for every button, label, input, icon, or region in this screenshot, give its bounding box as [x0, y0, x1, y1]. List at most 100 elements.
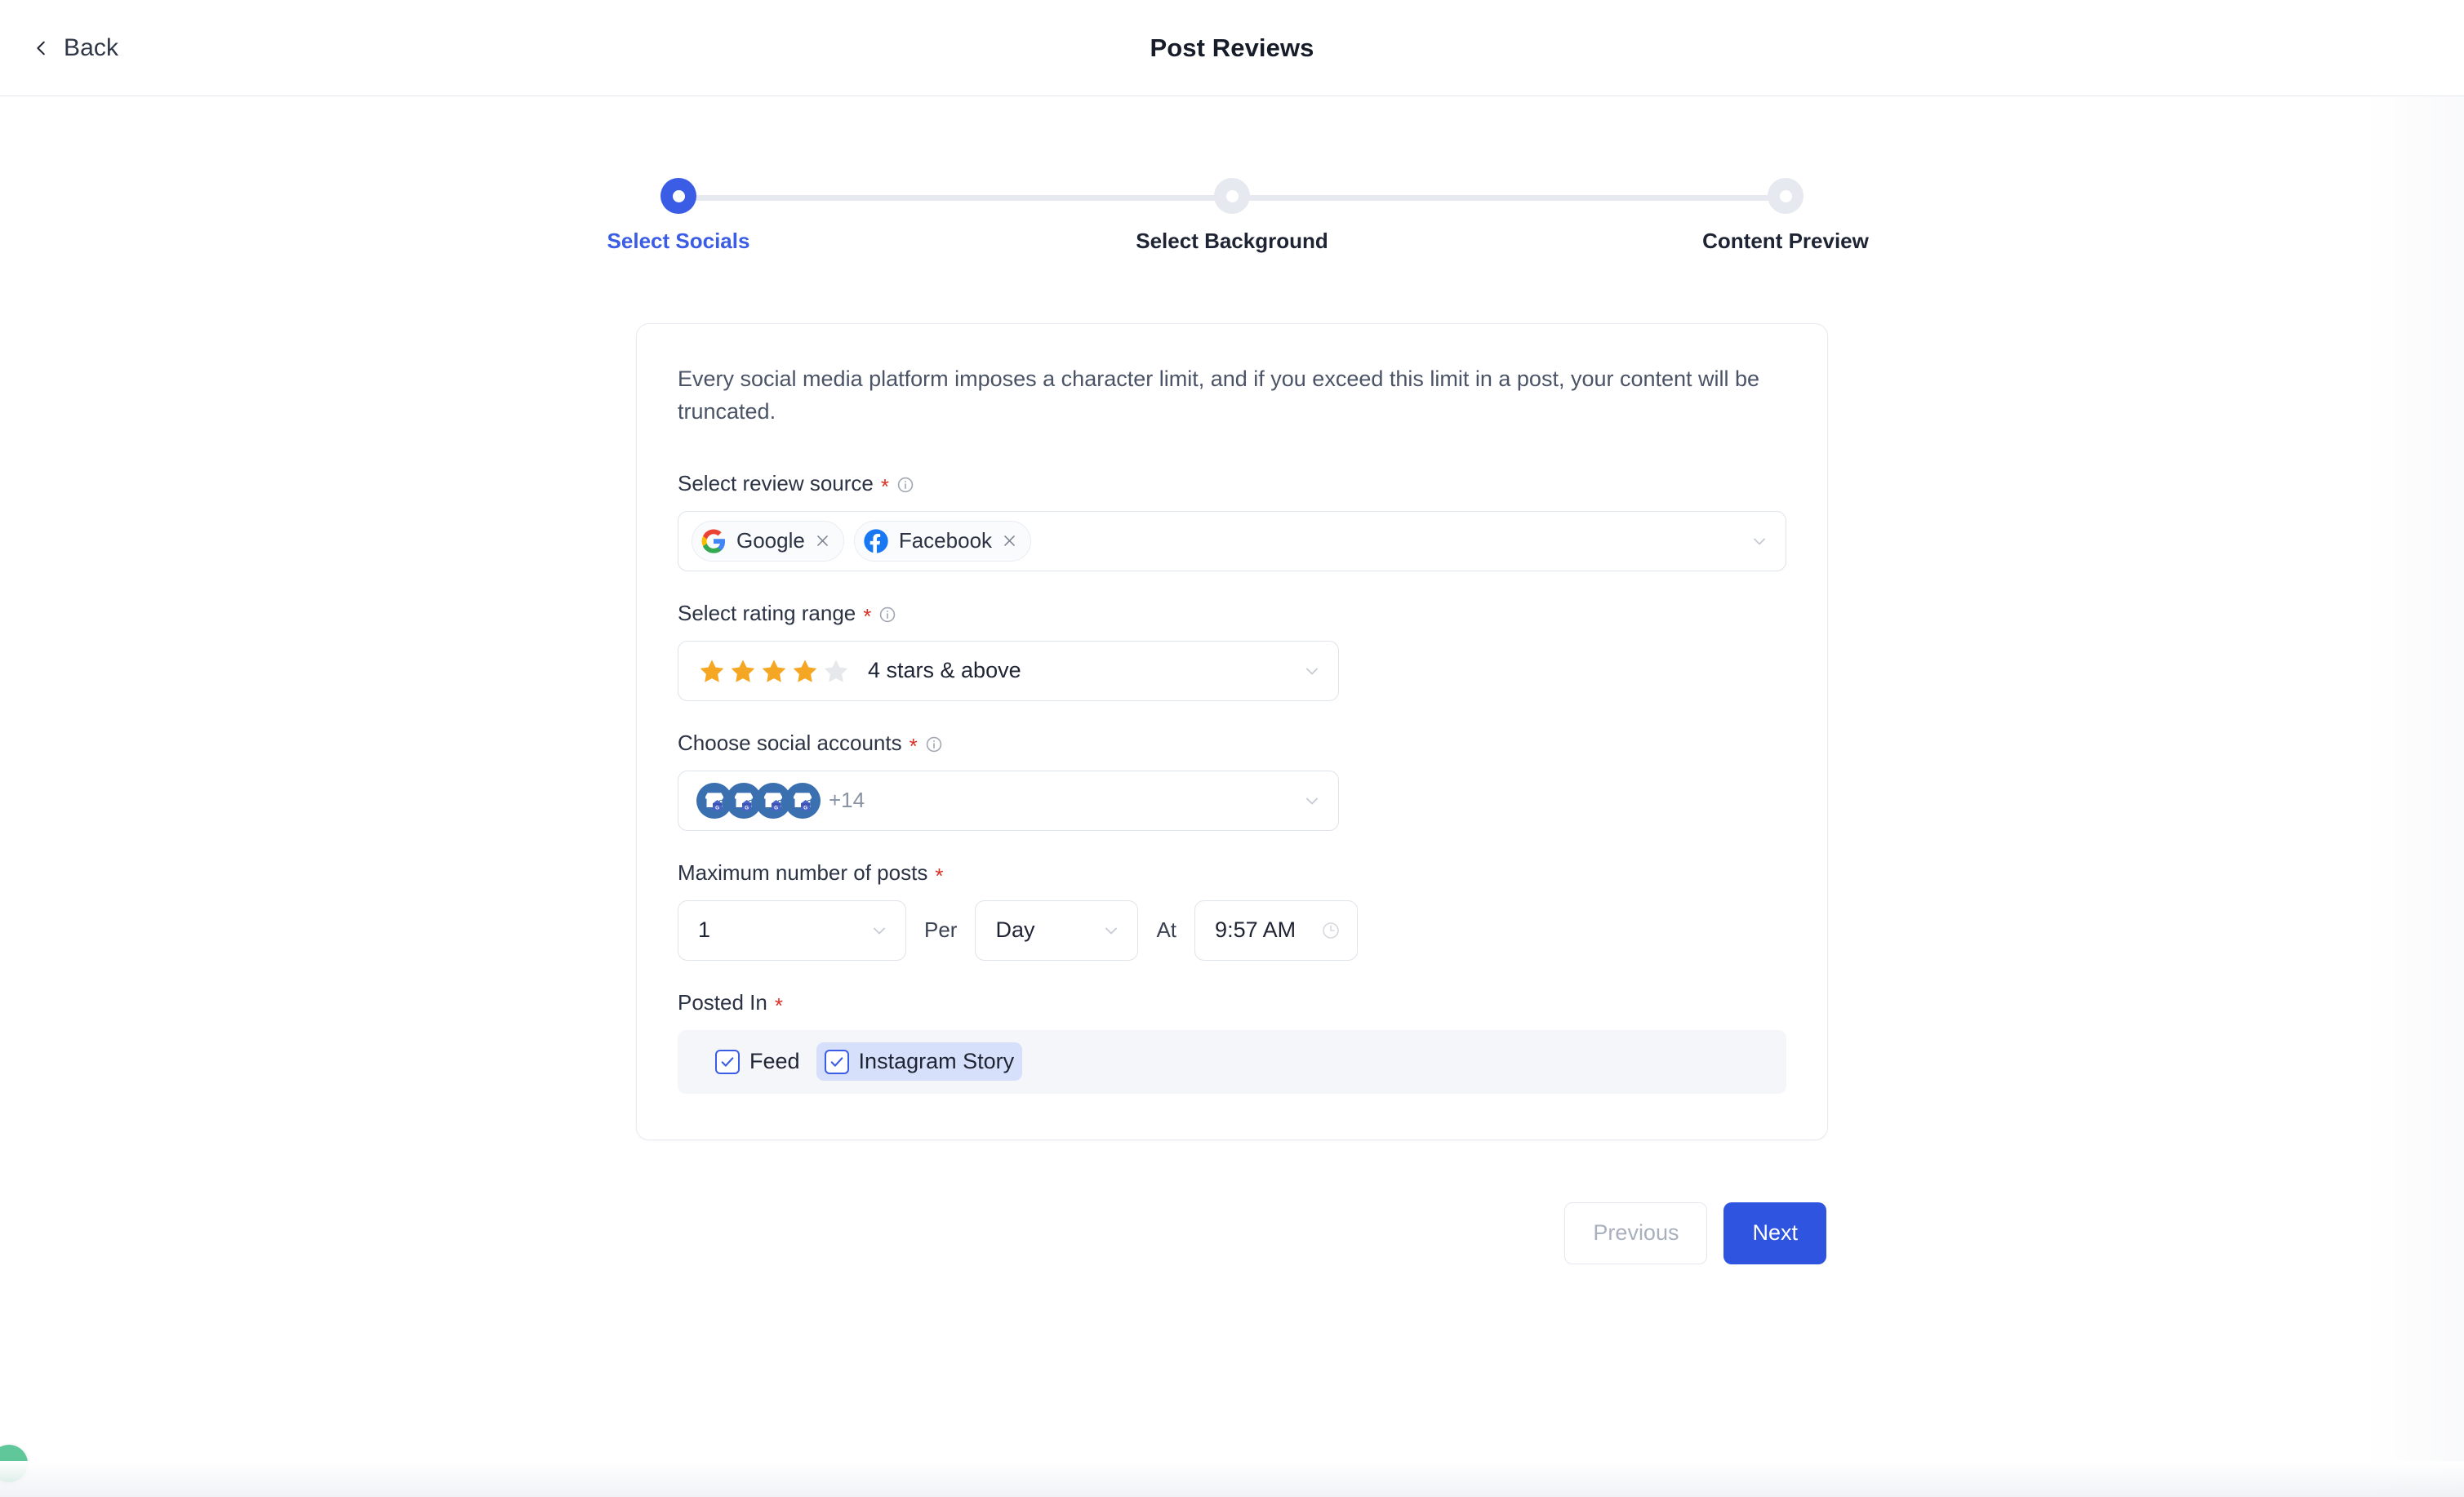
step-circle-icon: [660, 178, 696, 214]
posted-in-options: Feed Instagram Story: [678, 1029, 1786, 1094]
wizard-actions: Previous Next: [636, 1202, 1828, 1264]
previous-button[interactable]: Previous: [1564, 1202, 1708, 1264]
checkbox-instagram-story-label: Instagram Story: [858, 1049, 1015, 1074]
step-node-content-preview[interactable]: [1768, 178, 1804, 214]
star-filled-icon: [729, 657, 757, 685]
step-inner-dot: [1225, 189, 1239, 202]
rating-range-label-row: Select rating range *: [678, 600, 1786, 629]
chip-google[interactable]: Google: [692, 520, 844, 562]
star-filled-icon: [791, 657, 819, 685]
social-accounts-label: Choose social accounts: [678, 730, 902, 755]
step-node-select-background[interactable]: [1214, 178, 1250, 214]
google-icon: [701, 528, 727, 554]
back-button[interactable]: Back: [24, 28, 127, 69]
wizard-stepper: Select Socials Select Background Content…: [607, 178, 1869, 292]
stepper-track: [660, 178, 1804, 214]
required-asterisk: *: [880, 474, 890, 500]
social-accounts-select[interactable]: GG GG GG GG +14: [678, 770, 1339, 831]
star-filled-icon: [760, 657, 788, 685]
star-empty-icon: [822, 657, 850, 685]
frequency-value: Day: [995, 917, 1035, 943]
field-social-accounts: Choose social accounts * GG GG +14: [678, 731, 1786, 831]
step-label-select-background[interactable]: Select Background: [1136, 229, 1328, 254]
max-posts-label: Maximum number of posts: [678, 860, 928, 885]
rating-range-label: Select rating range: [678, 600, 856, 625]
back-label: Back: [64, 33, 119, 61]
per-label: Per: [924, 917, 958, 943]
svg-text:G: G: [745, 805, 749, 811]
chat-widget-button[interactable]: [0, 1445, 28, 1482]
checkbox-instagram-story[interactable]: [824, 1049, 849, 1074]
form-card: Every social media platform imposes a ch…: [636, 323, 1828, 1140]
checkbox-item-instagram-story[interactable]: Instagram Story: [816, 1042, 1023, 1082]
right-edge-fade: [2366, 96, 2464, 1497]
chevron-down-icon[interactable]: [1750, 531, 1769, 551]
chevron-down-icon[interactable]: [1101, 921, 1121, 940]
time-value: 9:57 AM: [1215, 917, 1296, 943]
clock-icon[interactable]: [1321, 921, 1341, 940]
rating-range-select[interactable]: 4 stars & above: [678, 640, 1339, 701]
rating-range-value: 4 stars & above: [868, 658, 1021, 683]
field-rating-range: Select rating range * 4 stars & above: [678, 601, 1786, 701]
top-app-bar: Back Post Reviews: [0, 0, 2464, 104]
avatar-overflow-count: +14: [829, 788, 865, 813]
step-inner-dot: [672, 189, 685, 202]
required-asterisk: *: [774, 993, 783, 1019]
chevron-down-icon[interactable]: [870, 921, 889, 940]
content-container: Select Socials Select Background Content…: [607, 178, 1869, 1264]
step-inner-dot: [1779, 189, 1792, 202]
chevron-left-icon: [33, 39, 51, 57]
max-posts-label-row: Maximum number of posts *: [678, 860, 1786, 889]
field-review-source: Select review source * Google Facebook: [678, 471, 1786, 571]
bottom-edge-strip: [0, 1461, 2464, 1497]
chip-google-label: Google: [736, 528, 805, 553]
required-asterisk: *: [909, 734, 918, 759]
chip-facebook-label: Facebook: [898, 528, 993, 553]
svg-text:G: G: [715, 805, 719, 811]
svg-text:G: G: [803, 805, 807, 811]
step-node-select-socials[interactable]: [660, 178, 696, 214]
rating-stars: [698, 657, 850, 685]
field-max-posts: Maximum number of posts * 1 Per Day At 9…: [678, 860, 1786, 961]
social-accounts-label-row: Choose social accounts *: [678, 730, 1786, 759]
avatar: GG: [785, 782, 821, 819]
chip-remove-google-icon[interactable]: [815, 533, 830, 549]
checkbox-feed-label: Feed: [749, 1049, 800, 1074]
star-filled-icon: [698, 657, 726, 685]
character-limit-notice: Every social media platform imposes a ch…: [678, 366, 1760, 424]
page-title: Post Reviews: [1150, 33, 1314, 62]
frequency-select[interactable]: Day: [975, 900, 1139, 961]
max-posts-count-select[interactable]: 1: [678, 900, 906, 961]
chevron-down-icon[interactable]: [1302, 661, 1322, 681]
posted-in-label: Posted In: [678, 989, 767, 1015]
svg-text:G: G: [774, 805, 778, 811]
max-posts-controls: 1 Per Day At 9:57 AM: [678, 900, 1786, 961]
at-label: At: [1156, 917, 1177, 943]
review-source-label-row: Select review source *: [678, 470, 1786, 500]
checkbox-feed[interactable]: [715, 1049, 740, 1074]
max-posts-count-value: 1: [698, 917, 711, 943]
review-source-chips: Google Facebook: [692, 520, 1032, 562]
chip-facebook[interactable]: Facebook: [853, 520, 1032, 562]
selected-account-avatars: GG GG GG GG +14: [696, 782, 865, 819]
info-icon[interactable]: [878, 604, 896, 623]
stepper-labels: Select Socials Select Background Content…: [607, 229, 1869, 261]
info-icon[interactable]: [925, 734, 943, 753]
review-source-label: Select review source: [678, 470, 874, 495]
chip-remove-facebook-icon[interactable]: [1002, 533, 1017, 549]
required-asterisk: *: [863, 604, 872, 629]
field-posted-in: Posted In * Feed Instagram Story: [678, 990, 1786, 1094]
info-icon[interactable]: [896, 474, 914, 493]
step-circle-icon: [1214, 178, 1250, 214]
posted-in-label-row: Posted In *: [678, 989, 1786, 1019]
checkbox-item-feed[interactable]: Feed: [707, 1042, 808, 1081]
chevron-down-icon[interactable]: [1302, 791, 1322, 811]
review-source-select[interactable]: Google Facebook: [678, 510, 1786, 571]
step-label-select-socials[interactable]: Select Socials: [607, 229, 750, 254]
step-label-content-preview[interactable]: Content Preview: [1702, 229, 1869, 254]
step-circle-icon: [1768, 178, 1804, 214]
time-picker[interactable]: 9:57 AM: [1194, 900, 1359, 961]
required-asterisk: *: [935, 864, 944, 889]
facebook-icon: [863, 528, 889, 554]
next-button[interactable]: Next: [1723, 1202, 1826, 1264]
